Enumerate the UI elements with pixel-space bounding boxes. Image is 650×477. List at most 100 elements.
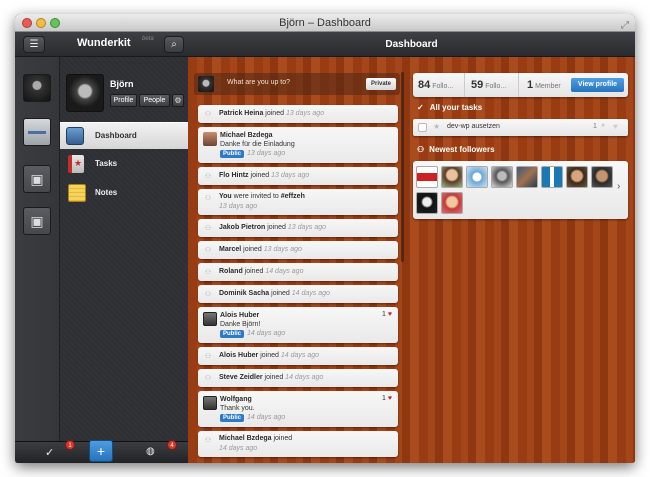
feed-name[interactable]: Marcel	[219, 246, 241, 253]
feed-action: joined	[262, 374, 284, 381]
feed-name[interactable]: Jakob Pietron	[219, 224, 265, 231]
feed-time: 14 days ago	[265, 268, 304, 275]
feed-item[interactable]: ⚇ Alois Huber joined 14 days ago	[198, 347, 398, 365]
followers-stat[interactable]: 84 Follo...	[418, 79, 453, 91]
feed-action: joined	[271, 435, 293, 442]
feed-action: joined	[248, 172, 270, 179]
notes-icon	[68, 184, 86, 202]
follower-avatar[interactable]	[591, 166, 613, 188]
briefcase-icon[interactable]: ▣	[23, 165, 51, 193]
feed-name[interactable]: Roland	[219, 268, 243, 275]
follower-avatar[interactable]	[566, 166, 588, 188]
sidebar-item-notes[interactable]: Notes	[60, 180, 188, 207]
add-button[interactable]: +	[89, 440, 113, 462]
sidebar-topbar: Wunderkit beta ⌕	[60, 32, 188, 57]
feed-item[interactable]: Alois Huber Danke Björn! Public 14 days a…	[198, 307, 398, 343]
settings-gear-icon[interactable]: ⚙	[172, 94, 184, 107]
feed-time: 14 days ago	[285, 374, 324, 381]
status-input[interactable]: What are you up to?	[227, 79, 290, 86]
feed-target[interactable]: #effzeh	[281, 193, 305, 200]
feed-action: joined	[269, 290, 290, 297]
profile-button[interactable]: Profile	[110, 94, 137, 107]
minimize-window-button[interactable]	[36, 18, 46, 28]
follower-avatar[interactable]	[441, 192, 463, 214]
feed-name[interactable]: Alois Huber	[219, 352, 258, 359]
feed-time: 14 days ago	[280, 352, 320, 359]
feed-name[interactable]: Alois Huber	[220, 312, 259, 319]
people-button[interactable]: People	[139, 94, 170, 107]
feed-time: 13 days ago	[247, 150, 286, 157]
follower-avatar[interactable]	[416, 192, 438, 214]
feed-item[interactable]: ⚇ Roland joined 14 days ago	[198, 263, 398, 281]
sidebar-item-dashboard[interactable]: Dashboard	[60, 122, 188, 149]
feed-name[interactable]: Michael Bzdega	[220, 132, 273, 139]
follower-avatar[interactable]	[516, 166, 538, 188]
star-icon[interactable]: ★	[433, 122, 440, 131]
task-label: dev-wp ausetzen	[447, 123, 500, 130]
window-title: Björn – Dashboard	[279, 17, 371, 29]
feed-item[interactable]: ⚇ Dominik Sacha joined 14 days ago	[198, 285, 398, 303]
feed-name[interactable]: You	[219, 193, 232, 200]
follower-avatar[interactable]	[491, 166, 513, 188]
checkmark-icon[interactable]: ✓	[45, 446, 54, 459]
feed-time: 14 days ago	[247, 414, 286, 421]
all-tasks-header[interactable]: ✓ All your tasks	[417, 103, 482, 112]
feed-item[interactable]: Wolfgang Thank you. Public 14 days ago 1 …	[198, 391, 398, 427]
heart-icon: ♥	[387, 395, 392, 402]
close-window-button[interactable]	[22, 18, 32, 28]
feed-item[interactable]: ⚇ Jakob Pietron joined 13 days ago	[198, 219, 398, 237]
feed-item[interactable]: Michael Bzdega Danke für die Einladung P…	[198, 127, 398, 163]
newest-followers-header: ⚇ Newest followers	[417, 145, 495, 154]
follower-avatar[interactable]	[541, 166, 563, 188]
feed-scrollbar[interactable]	[401, 72, 404, 262]
feed-item[interactable]: ⚇ Michael Bzdega joined 14 days ago	[198, 431, 398, 457]
follower-avatar[interactable]	[441, 166, 463, 188]
feed-time: 13 days ago	[219, 203, 258, 210]
followers-panel: ›	[413, 161, 628, 219]
task-row[interactable]: ★ dev-wp ausetzen 1 ● ♥	[413, 119, 628, 136]
feed-time: 14 days ago	[247, 330, 286, 337]
globe-icon[interactable]: ◍	[146, 446, 155, 457]
zoom-window-button[interactable]	[50, 18, 60, 28]
like-count[interactable]: 1 ♥	[382, 311, 392, 318]
privacy-button[interactable]: Private	[366, 78, 396, 90]
follower-avatar[interactable]	[416, 166, 438, 188]
feed-action: joined	[242, 268, 264, 275]
feed-item[interactable]: ⚇ Steve Zeidler joined 14 days ago	[198, 369, 398, 387]
workspace-icon[interactable]	[23, 118, 51, 146]
like-count[interactable]: 1 ♥	[382, 395, 392, 402]
feed-text: Danke für die Einladung	[220, 141, 295, 148]
feed-item[interactable]: ⚇ Marcel joined 13 days ago	[198, 241, 398, 259]
feed-item[interactable]: ⚇ Patrick Heina joined 13 days ago	[198, 105, 398, 123]
user-avatar[interactable]	[66, 74, 104, 112]
view-profile-button[interactable]: View profile	[571, 78, 624, 92]
search-icon[interactable]: ⌕	[164, 36, 184, 53]
feed-action: joined	[258, 352, 279, 359]
person-icon: ⚇	[204, 195, 212, 202]
feed-name[interactable]: Michael Bzdega	[219, 435, 272, 442]
feed-name[interactable]: Flo Hintz	[219, 172, 249, 179]
dashboard-icon	[66, 127, 84, 145]
feed-name[interactable]: Steve Zeidler	[219, 374, 263, 381]
briefcase-icon[interactable]: ▣	[23, 207, 51, 235]
following-stat[interactable]: 59 Follo...	[471, 79, 506, 91]
page-title: Dashboard	[385, 39, 438, 50]
app-window: Björn – Dashboard ⤢ ☰ ▣ ▣ Wunderkit beta…	[15, 14, 635, 463]
task-checkbox[interactable]	[418, 123, 427, 132]
sidebar-item-tasks[interactable]: ★ Tasks	[60, 151, 188, 178]
heart-icon[interactable]: ♥	[613, 122, 618, 131]
feed-time: 13 days ago	[285, 110, 325, 117]
checkmark-icon: ✓	[417, 103, 424, 112]
member-stat[interactable]: 1 Member	[527, 79, 561, 91]
person-icon: ⚇	[204, 291, 212, 298]
visibility-badge: Public	[220, 150, 245, 158]
feed-item[interactable]: ⚇ Flo Hintz joined 13 days ago	[198, 167, 398, 185]
feed-name[interactable]: Dominik Sacha	[219, 290, 269, 297]
chevron-right-icon[interactable]: ›	[617, 181, 620, 192]
menu-icon[interactable]: ☰	[23, 36, 45, 53]
follower-avatar[interactable]	[466, 166, 488, 188]
feed-name[interactable]: Patrick Heina	[219, 110, 263, 117]
feed-item[interactable]: ⚇ You were invited to #effzeh 13 days ag…	[198, 189, 398, 215]
user-workspace-avatar[interactable]	[23, 74, 51, 102]
feed-name[interactable]: Wolfgang	[220, 396, 252, 403]
